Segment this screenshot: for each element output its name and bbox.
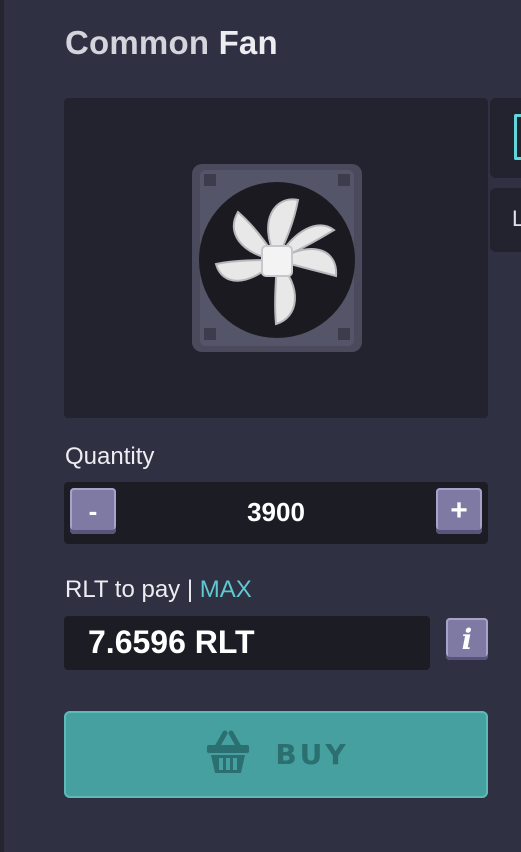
payment-amount: 7.6596 RLT [88,624,255,660]
buy-button[interactable]: BUY [64,711,488,798]
decrease-quantity-button[interactable]: - [70,488,116,534]
side-tab-details[interactable] [490,98,521,178]
fan-icon [186,160,368,356]
left-border [0,0,4,852]
item-name: Fan [218,24,278,61]
rlt-to-pay-label: RLT to pay | [65,576,194,603]
basket-icon [203,727,253,782]
info-button[interactable]: i [446,618,488,660]
increase-quantity-button[interactable]: + [436,488,482,534]
tab-glyph [514,114,521,160]
side-tab-second[interactable]: L [490,188,521,252]
max-link[interactable]: MAX [200,576,252,603]
tab-letter: L [512,206,521,231]
quantity-stepper: - 3900 + [64,482,488,544]
item-rarity: Common [65,24,210,61]
quantity-label: Quantity [65,443,155,470]
item-title: Common Fan [65,24,278,62]
quantity-input[interactable]: 3900 [174,497,378,528]
payment-amount-field[interactable]: 7.6596 RLT [64,616,430,670]
payment-label: RLT to pay | MAX [65,576,252,604]
buy-label: BUY [275,738,349,771]
